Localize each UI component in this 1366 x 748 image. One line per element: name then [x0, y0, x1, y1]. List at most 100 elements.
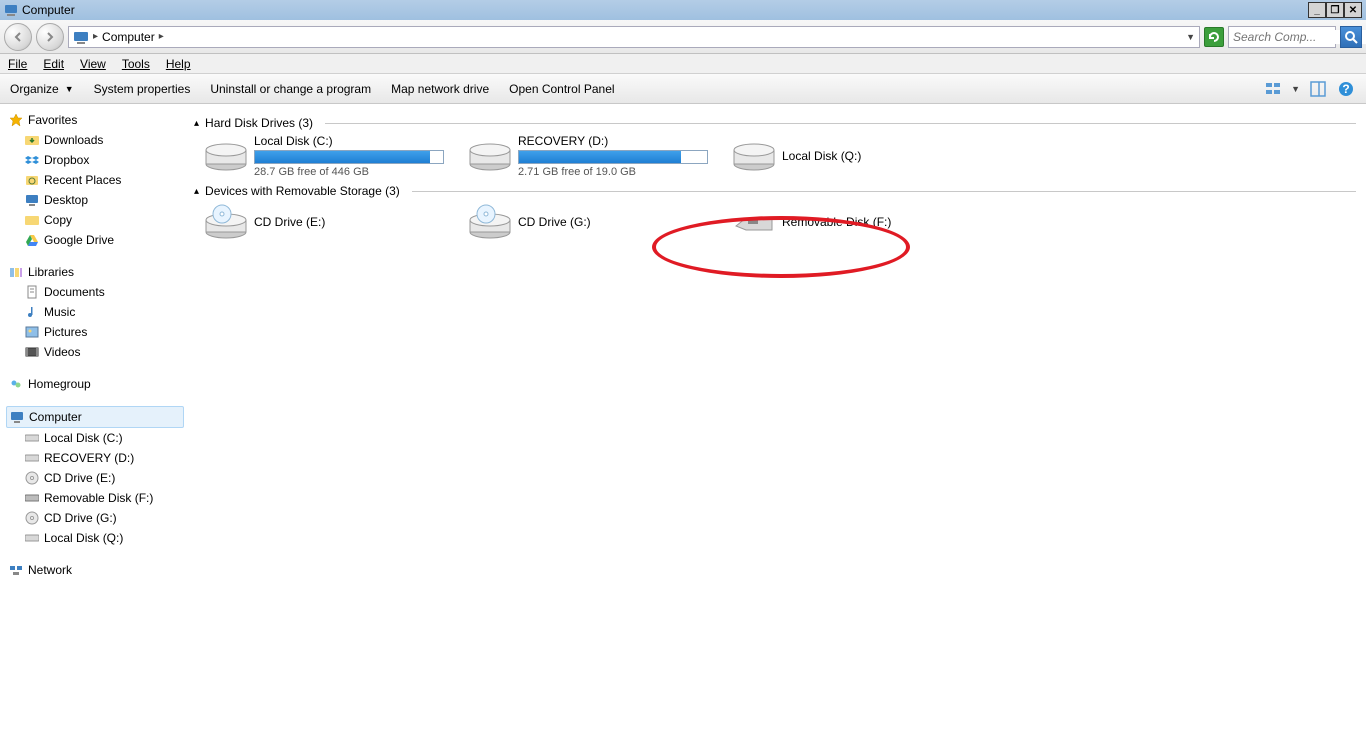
menu-file[interactable]: File — [8, 57, 27, 71]
libraries-icon — [8, 264, 24, 280]
minimize-button[interactable]: _ — [1308, 2, 1326, 18]
tree-item-recent-places[interactable]: Recent Places — [6, 170, 184, 190]
menu-tools[interactable]: Tools — [122, 57, 150, 71]
drive-tile-recovery-d[interactable]: RECOVERY (D:) 2.71 GB free of 19.0 GB — [468, 134, 708, 178]
help-button[interactable]: ? — [1336, 79, 1356, 99]
folder-icon — [24, 212, 40, 228]
tree-item-removable-f[interactable]: Removable Disk (F:) — [6, 488, 184, 508]
cd-icon — [24, 510, 40, 526]
chevron-down-icon[interactable]: ▼ — [1291, 84, 1300, 94]
homegroup-icon — [8, 376, 24, 392]
tree-item-desktop[interactable]: Desktop — [6, 190, 184, 210]
tree-item-documents[interactable]: Documents — [6, 282, 184, 302]
cmd-open-control-panel[interactable]: Open Control Panel — [509, 82, 614, 96]
tree-computer[interactable]: Computer — [6, 406, 184, 428]
drive-icon — [24, 450, 40, 466]
tree-homegroup[interactable]: Homegroup — [6, 374, 184, 394]
removable-drive-icon — [732, 202, 776, 242]
collapse-icon: ▴ — [194, 118, 199, 129]
tree-network[interactable]: Network — [6, 560, 184, 580]
cmd-system-properties[interactable]: System properties — [94, 82, 191, 96]
tree-label: Homegroup — [28, 377, 91, 391]
google-drive-icon — [24, 232, 40, 248]
tree-label: Libraries — [28, 265, 74, 279]
tree-label: Network — [28, 563, 72, 577]
capacity-bar — [518, 150, 708, 164]
recent-icon — [24, 172, 40, 188]
tree-label: Computer — [29, 410, 82, 424]
search-button[interactable] — [1340, 26, 1362, 48]
search-box[interactable] — [1228, 26, 1336, 48]
titlebar: Computer _ ❐ ✕ — [0, 0, 1366, 20]
maximize-button[interactable]: ❐ — [1326, 2, 1344, 18]
tree-item-downloads[interactable]: Downloads — [6, 130, 184, 150]
navigation-bar: ▸ Computer ▸ ▼ — [0, 20, 1366, 54]
menu-view[interactable]: View — [80, 57, 106, 71]
preview-pane-button[interactable] — [1308, 79, 1328, 99]
forward-button[interactable] — [36, 23, 64, 51]
tree-libraries[interactable]: Libraries — [6, 262, 184, 282]
menu-help[interactable]: Help — [166, 57, 191, 71]
divider — [412, 191, 1356, 192]
drive-tile-local-q[interactable]: Local Disk (Q:) — [732, 134, 972, 178]
command-bar: Organize▼ System properties Uninstall or… — [0, 74, 1366, 104]
tree-item-pictures[interactable]: Pictures — [6, 322, 184, 342]
tree-item-videos[interactable]: Videos — [6, 342, 184, 362]
tree-item-google-drive[interactable]: Google Drive — [6, 230, 184, 250]
folder-download-icon — [24, 132, 40, 148]
tree-item-music[interactable]: Music — [6, 302, 184, 322]
window-title: Computer — [22, 3, 1308, 17]
content-pane: ▴ Hard Disk Drives (3) Local Disk (C:) 2… — [184, 104, 1366, 748]
tree-label: Favorites — [28, 113, 77, 127]
drive-tile-cd-e[interactable]: CD Drive (E:) — [204, 202, 444, 242]
hard-drive-icon — [732, 136, 776, 176]
dropbox-icon — [24, 152, 40, 168]
tree-item-copy[interactable]: Copy — [6, 210, 184, 230]
tree-item-cd-drive-g[interactable]: CD Drive (G:) — [6, 508, 184, 528]
address-dropdown-icon[interactable]: ▼ — [1186, 32, 1195, 42]
section-hard-disk-drives[interactable]: ▴ Hard Disk Drives (3) — [194, 116, 1356, 130]
breadcrumb-location[interactable]: Computer — [102, 30, 155, 44]
section-removable-storage[interactable]: ▴ Devices with Removable Storage (3) — [194, 184, 1356, 198]
drive-icon — [24, 430, 40, 446]
tree-item-recovery-d[interactable]: RECOVERY (D:) — [6, 448, 184, 468]
drive-tile-removable-f[interactable]: Removable Disk (F:) — [732, 202, 972, 242]
cd-drive-icon — [204, 202, 248, 242]
menu-bar: File Edit View Tools Help — [0, 54, 1366, 74]
computer-icon — [73, 29, 89, 45]
organize-button[interactable]: Organize▼ — [10, 82, 74, 96]
documents-icon — [24, 284, 40, 300]
tree-item-dropbox[interactable]: Dropbox — [6, 150, 184, 170]
svg-text:?: ? — [1342, 82, 1349, 96]
drive-icon — [24, 530, 40, 546]
divider — [325, 123, 1356, 124]
cd-icon — [24, 470, 40, 486]
back-button[interactable] — [4, 23, 32, 51]
navigation-pane: Favorites Downloads Dropbox Recent Place… — [0, 104, 184, 748]
refresh-button[interactable] — [1204, 27, 1224, 47]
capacity-fill — [255, 151, 430, 163]
computer-icon — [4, 3, 18, 17]
view-options-button[interactable] — [1263, 79, 1283, 99]
breadcrumb-sep-icon: ▸ — [159, 31, 164, 42]
drive-tile-cd-g[interactable]: CD Drive (G:) — [468, 202, 708, 242]
tree-favorites[interactable]: Favorites — [6, 110, 184, 130]
tree-item-cd-drive-e[interactable]: CD Drive (E:) — [6, 468, 184, 488]
collapse-icon: ▴ — [194, 186, 199, 197]
capacity-bar — [254, 150, 444, 164]
capacity-fill — [519, 151, 681, 163]
removable-icon — [24, 490, 40, 506]
pictures-icon — [24, 324, 40, 340]
address-bar[interactable]: ▸ Computer ▸ ▼ — [68, 26, 1200, 48]
music-icon — [24, 304, 40, 320]
hard-drive-icon — [468, 136, 512, 176]
videos-icon — [24, 344, 40, 360]
tree-item-local-disk-q[interactable]: Local Disk (Q:) — [6, 528, 184, 548]
cmd-uninstall-program[interactable]: Uninstall or change a program — [210, 82, 371, 96]
tree-item-local-disk-c[interactable]: Local Disk (C:) — [6, 428, 184, 448]
cmd-map-network-drive[interactable]: Map network drive — [391, 82, 489, 96]
close-button[interactable]: ✕ — [1344, 2, 1362, 18]
menu-edit[interactable]: Edit — [43, 57, 64, 71]
drive-tile-local-c[interactable]: Local Disk (C:) 28.7 GB free of 446 GB — [204, 134, 444, 178]
chevron-down-icon: ▼ — [65, 84, 74, 94]
